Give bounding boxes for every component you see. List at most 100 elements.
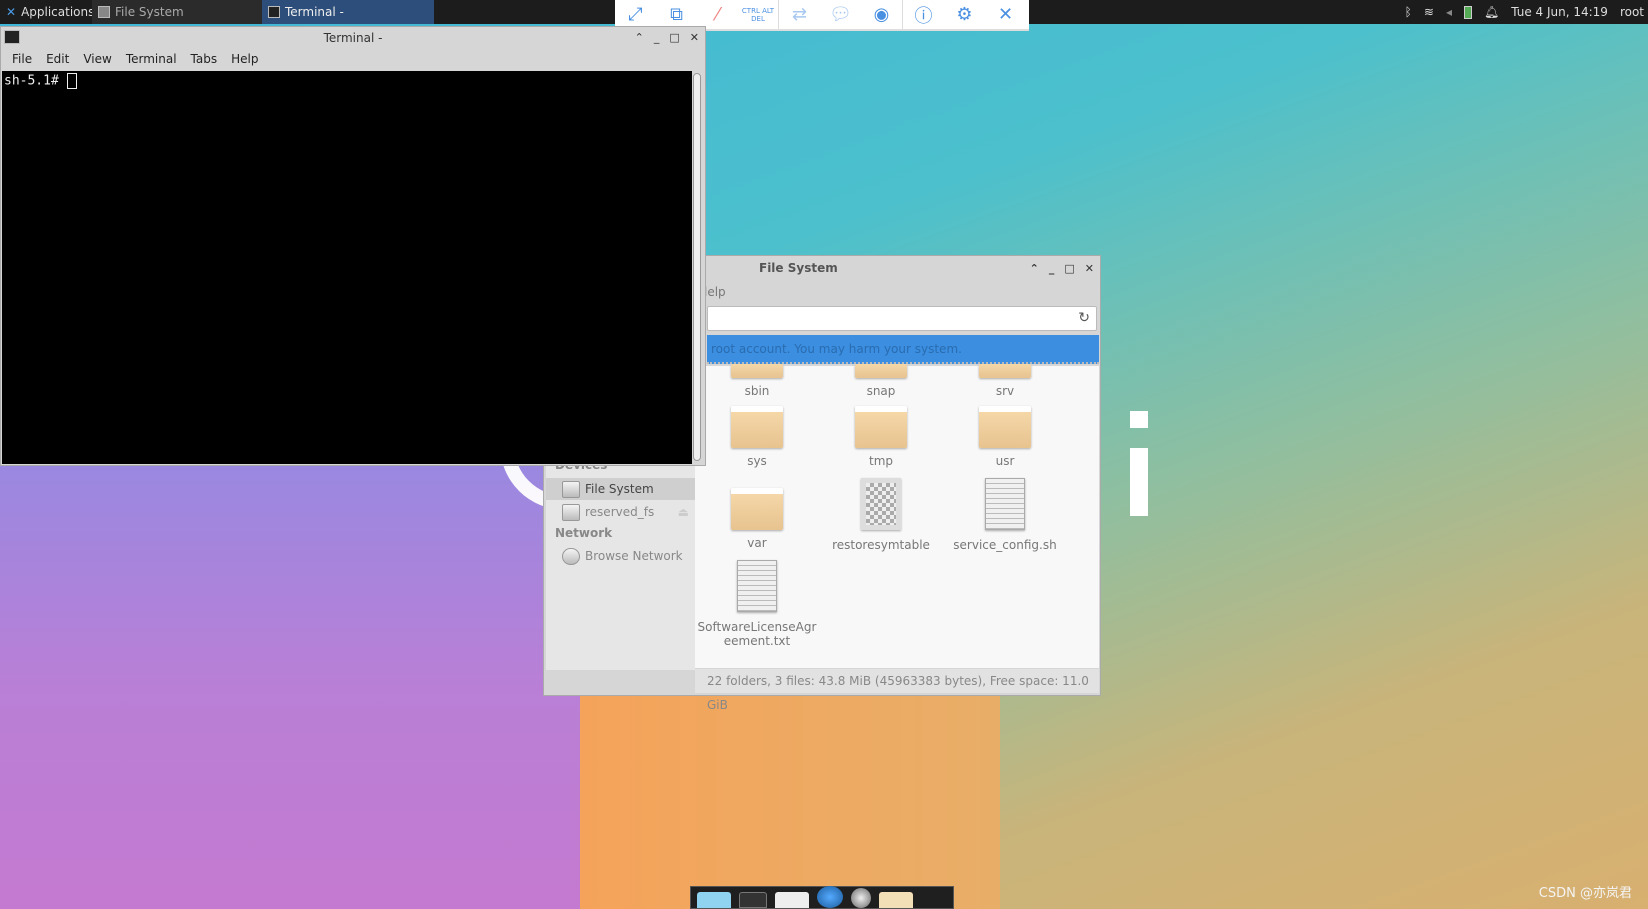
folder-item[interactable]: var <box>697 488 817 550</box>
terminal-icon <box>268 6 280 18</box>
task-label: File System <box>115 5 184 19</box>
mute-icon[interactable]: ⁄ <box>697 0 738 29</box>
info-icon[interactable]: ⓘ <box>903 0 944 29</box>
minimize-button[interactable]: _ <box>1049 256 1055 281</box>
location-bar[interactable]: ↻ <box>707 306 1097 331</box>
cursor <box>66 73 77 89</box>
status-bar: 22 folders, 3 files: 43.8 MiB (45963383 … <box>695 669 1099 712</box>
battery-icon[interactable] <box>1463 5 1472 19</box>
window-title: Terminal - <box>323 30 383 45</box>
user-menu[interactable]: root <box>1620 5 1644 19</box>
taskbar-file-system[interactable]: File System <box>92 0 262 24</box>
refresh-icon[interactable]: ↻ <box>1078 310 1090 326</box>
file-manager-icon[interactable] <box>775 892 809 908</box>
sidebar-item-label: File System <box>585 482 654 496</box>
item-label: sbin <box>744 384 770 398</box>
shade-button[interactable]: ⌃ <box>635 31 644 44</box>
menu-tabs[interactable]: Tabs <box>184 52 225 66</box>
sidebar-item-browse-network[interactable]: Browse Network <box>546 545 695 567</box>
shade-button[interactable]: ⌃ <box>1030 256 1039 281</box>
item-label: srv <box>995 384 1015 398</box>
dock <box>690 886 954 909</box>
terminal-icon[interactable] <box>739 892 767 908</box>
script-file-icon <box>985 478 1025 530</box>
sidebar-item-label: Browse Network <box>585 549 683 563</box>
system-tray: ᛒ ≋ ◂ 🔔︎ Tue 4 Jun, 14:19 root <box>1405 0 1648 24</box>
record-icon[interactable]: ◉ <box>861 0 902 29</box>
close-button[interactable]: ✕ <box>690 31 699 44</box>
scrollbar[interactable] <box>693 73 701 461</box>
folder-item[interactable]: sbin <box>697 364 817 398</box>
taskbar-terminal[interactable]: Terminal - <box>262 0 434 24</box>
sidebar-item-file-system[interactable]: File System <box>546 478 695 500</box>
minimize-button[interactable]: _ <box>654 31 660 44</box>
file-item[interactable]: SoftwareLicenseAgreement.txt <box>697 560 817 648</box>
menu-terminal[interactable]: Terminal <box>119 52 184 66</box>
file-manager-icon <box>98 6 110 18</box>
close-icon[interactable]: ✕ <box>985 0 1026 29</box>
file-item[interactable]: restoresymtable <box>821 478 941 552</box>
item-label: sys <box>747 454 767 468</box>
file-item[interactable]: service_config.sh <box>945 478 1065 552</box>
sidebar-item-reserved-fs[interactable]: reserved_fs ⏏ <box>546 501 695 523</box>
window-controls: ⌃ _ □ ✕ <box>635 27 699 48</box>
window-title: File System <box>759 261 838 275</box>
folder-item[interactable]: usr <box>945 406 1065 468</box>
item-label: SoftwareLicenseAgreement.txt <box>697 620 817 648</box>
settings-icon[interactable]: ⚙ <box>944 0 985 29</box>
folder-item[interactable]: snap <box>821 364 941 398</box>
item-label: restoresymtable <box>832 538 930 552</box>
folder-icon <box>731 406 783 448</box>
eject-icon[interactable]: ⏏ <box>678 505 689 519</box>
sidebar-header-network: Network <box>555 526 613 540</box>
item-label: usr <box>995 454 1015 468</box>
chat-icon[interactable]: 💬︎ <box>820 0 861 29</box>
window-titlebar[interactable]: Terminal - ⌃ _ □ ✕ <box>1 27 705 48</box>
wallpaper-orange <box>580 696 1000 909</box>
app-finder-icon[interactable] <box>851 888 871 908</box>
folder-icon[interactable] <box>879 892 913 908</box>
folder-icon <box>979 364 1031 378</box>
close-button[interactable]: ✕ <box>1085 256 1094 281</box>
binary-file-icon <box>861 478 901 530</box>
wallpaper-logo <box>1130 448 1148 516</box>
show-desktop-icon[interactable] <box>697 892 731 908</box>
menu-file[interactable]: File <box>5 52 39 66</box>
window-controls: ⌃ _ □ ✕ <box>1030 256 1094 281</box>
ctrl-alt-del-icon[interactable]: CTRL ALT DEL <box>738 0 778 29</box>
xfce-icon: ✕ <box>6 5 17 19</box>
fullscreen-icon[interactable]: ⤢ <box>615 0 656 29</box>
wallpaper-logo <box>1130 411 1148 428</box>
clock[interactable]: Tue 4 Jun, 14:19 <box>1511 5 1608 19</box>
item-label: snap <box>866 384 896 398</box>
menu-help[interactable]: Help <box>224 52 265 66</box>
folder-item[interactable]: tmp <box>821 406 941 468</box>
folder-icon <box>979 406 1031 448</box>
folder-icon <box>731 364 783 378</box>
bluetooth-icon[interactable]: ᛒ <box>1405 5 1412 19</box>
wifi-icon[interactable]: ≋ <box>1424 5 1434 19</box>
drive-icon <box>562 503 580 521</box>
applications-label: Applications : <box>21 5 103 19</box>
folder-icon <box>731 488 783 530</box>
clipboard-icon[interactable]: ⇄ <box>779 0 820 29</box>
folder-item[interactable]: srv <box>945 364 1065 398</box>
terminal-icon <box>4 30 20 44</box>
terminal-output[interactable]: sh-5.1# <box>2 71 692 464</box>
shell-prompt: sh-5.1# <box>4 73 59 89</box>
file-grid: sbin snap srv sys tmp usr var restoresym… <box>695 364 1099 668</box>
maximize-button[interactable]: □ <box>669 31 679 44</box>
web-browser-icon[interactable] <box>817 886 843 908</box>
menu-bar: File Edit View Terminal Tabs Help <box>1 48 705 70</box>
volume-icon[interactable]: ◂ <box>1446 5 1452 19</box>
item-label: tmp <box>868 454 893 468</box>
text-file-icon <box>737 560 777 612</box>
notification-bell-icon[interactable]: 🔔︎ <box>1484 5 1499 19</box>
menu-edit[interactable]: Edit <box>39 52 76 66</box>
menu-view[interactable]: View <box>76 52 118 66</box>
fit-screen-icon[interactable]: ⧉ <box>656 0 697 29</box>
folder-item[interactable]: sys <box>697 406 817 468</box>
maximize-button[interactable]: □ <box>1064 256 1074 281</box>
task-label: Terminal - <box>285 5 344 19</box>
cloud-icon <box>562 547 580 565</box>
